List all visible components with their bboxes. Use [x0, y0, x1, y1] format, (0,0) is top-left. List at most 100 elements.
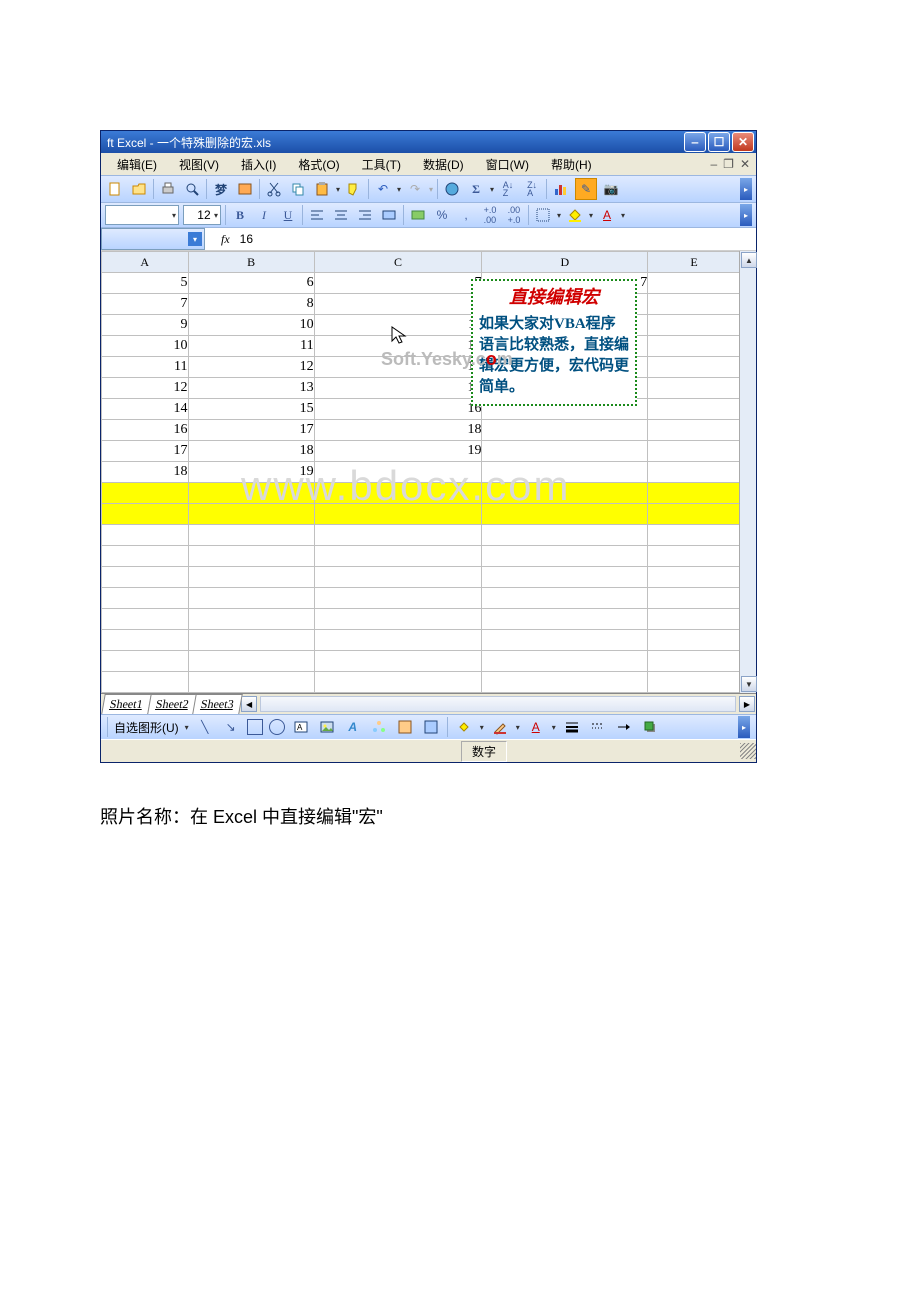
- merge-center-icon[interactable]: [379, 205, 399, 225]
- sort-asc-icon[interactable]: A↓Z: [498, 179, 518, 199]
- formula-bar[interactable]: 16: [236, 232, 756, 246]
- name-box[interactable]: ▾: [101, 228, 205, 250]
- autosum-icon[interactable]: Σ: [466, 179, 486, 199]
- paste-icon[interactable]: [312, 179, 332, 199]
- sheet-tab[interactable]: Sheet1: [101, 694, 151, 714]
- minimize-button[interactable]: ‒: [684, 132, 706, 152]
- align-right-icon[interactable]: [355, 205, 375, 225]
- zoom-icon[interactable]: 📷: [601, 179, 621, 199]
- wordart-icon[interactable]: A: [343, 717, 363, 737]
- arrow-style-icon[interactable]: [614, 717, 634, 737]
- italic-button[interactable]: I: [254, 205, 274, 225]
- borders-icon[interactable]: [533, 205, 553, 225]
- diagram-icon[interactable]: [369, 717, 389, 737]
- chart-icon[interactable]: [551, 179, 571, 199]
- increase-decimal-icon[interactable]: +.0.00: [480, 205, 500, 225]
- font-color-icon[interactable]: A: [597, 205, 617, 225]
- doc-restore-icon[interactable]: ❐: [723, 157, 734, 171]
- textbox-icon[interactable]: A: [291, 717, 311, 737]
- font-color-dropdown-icon[interactable]: ▾: [621, 211, 625, 220]
- col-header-D[interactable]: D: [482, 252, 648, 273]
- dash-style-icon[interactable]: [588, 717, 608, 737]
- underline-button[interactable]: U: [278, 205, 298, 225]
- print-icon[interactable]: [158, 179, 178, 199]
- font-size-select[interactable]: 12 ▾: [183, 205, 221, 225]
- shadow-icon[interactable]: [640, 717, 660, 737]
- redo-dropdown-icon[interactable]: ▾: [429, 185, 433, 194]
- toolbar-overflow-icon[interactable]: ▸: [740, 178, 752, 200]
- doc-close-icon[interactable]: ✕: [740, 157, 750, 171]
- line-color-icon[interactable]: [490, 717, 510, 737]
- hyperlink-icon[interactable]: [442, 179, 462, 199]
- rectangle-icon[interactable]: [247, 719, 263, 735]
- bold-button[interactable]: B: [230, 205, 250, 225]
- borders-dropdown-icon[interactable]: ▾: [557, 211, 561, 220]
- menu-help[interactable]: 帮助(H): [541, 154, 602, 175]
- paste-dropdown-icon[interactable]: ▾: [336, 185, 340, 194]
- font-color-draw-dd-icon[interactable]: ▾: [552, 723, 556, 732]
- open-icon[interactable]: [129, 179, 149, 199]
- col-header-C[interactable]: C: [314, 252, 482, 273]
- vertical-scrollbar[interactable]: ▲ ▼: [739, 251, 756, 693]
- font-name-select[interactable]: ▾: [105, 205, 179, 225]
- toolbar2-overflow-icon[interactable]: ▸: [740, 204, 752, 226]
- drawing-icon[interactable]: ✎: [575, 178, 597, 200]
- decrease-decimal-icon[interactable]: .00+.0: [504, 205, 524, 225]
- fx-label[interactable]: fx: [221, 232, 230, 247]
- fill-color-icon[interactable]: [565, 205, 585, 225]
- undo-dropdown-icon[interactable]: ▾: [397, 185, 401, 194]
- scrollbar-track[interactable]: [260, 696, 736, 712]
- research-icon[interactable]: [235, 179, 255, 199]
- col-header-A[interactable]: A: [102, 252, 189, 273]
- copy-icon[interactable]: [288, 179, 308, 199]
- menu-window[interactable]: 窗口(W): [476, 154, 539, 175]
- new-icon[interactable]: [105, 179, 125, 199]
- menu-tools[interactable]: 工具(T): [352, 154, 411, 175]
- autoshapes-menu[interactable]: 自选图形(U): [114, 719, 179, 736]
- menu-insert[interactable]: 插入(I): [231, 154, 286, 175]
- oval-icon[interactable]: [269, 719, 285, 735]
- undo-icon[interactable]: ↶: [373, 179, 393, 199]
- clipart-icon[interactable]: [395, 717, 415, 737]
- menu-data[interactable]: 数据(D): [413, 154, 474, 175]
- menu-edit[interactable]: 编辑(E): [107, 154, 167, 175]
- currency-icon[interactable]: [408, 205, 428, 225]
- comma-button[interactable]: ,: [456, 205, 476, 225]
- spreadsheet-grid[interactable]: A B C D E 5677 789 91011 101112 111213 1…: [101, 251, 741, 693]
- fill-dropdown-icon[interactable]: ▾: [589, 211, 593, 220]
- scroll-up-icon[interactable]: ▲: [741, 252, 757, 268]
- cut-icon[interactable]: [264, 179, 284, 199]
- autoshapes-dropdown-icon[interactable]: ▾: [185, 723, 189, 732]
- namebox-dropdown-icon[interactable]: ▾: [188, 232, 202, 246]
- menu-format[interactable]: 格式(O): [288, 154, 349, 175]
- format-painter-icon[interactable]: [344, 179, 364, 199]
- fill-draw-dd-icon[interactable]: ▾: [480, 723, 484, 732]
- col-header-E[interactable]: E: [648, 252, 741, 273]
- line-color-dd-icon[interactable]: ▾: [516, 723, 520, 732]
- sheet-tab[interactable]: Sheet2: [147, 694, 197, 714]
- autosum-dropdown-icon[interactable]: ▾: [490, 185, 494, 194]
- spell-icon[interactable]: 梦: [211, 179, 231, 199]
- doc-minimize-icon[interactable]: ‒: [710, 157, 717, 171]
- insert-image-icon[interactable]: [421, 717, 441, 737]
- align-left-icon[interactable]: [307, 205, 327, 225]
- scroll-down-icon[interactable]: ▼: [741, 676, 757, 692]
- maximize-button[interactable]: ☐: [708, 132, 730, 152]
- horizontal-scrollbar[interactable]: ◀ ▶: [240, 696, 756, 712]
- col-header-B[interactable]: B: [188, 252, 314, 273]
- close-button[interactable]: ✕: [732, 132, 754, 152]
- insert-picture-icon[interactable]: [317, 717, 337, 737]
- preview-icon[interactable]: [182, 179, 202, 199]
- drawtb-overflow-icon[interactable]: ▸: [738, 716, 750, 738]
- arrow-icon[interactable]: ↘: [221, 717, 241, 737]
- scroll-left-icon[interactable]: ◀: [241, 696, 257, 712]
- line-icon[interactable]: ╲: [195, 717, 215, 737]
- font-color-draw-icon[interactable]: A: [526, 717, 546, 737]
- title-bar[interactable]: ft Excel - 一个特殊删除的宏.xls ‒ ☐ ✕: [101, 131, 756, 153]
- percent-button[interactable]: %: [432, 205, 452, 225]
- sheet-tab[interactable]: Sheet3: [193, 694, 243, 714]
- resize-grip-icon[interactable]: [740, 743, 756, 759]
- line-weight-icon[interactable]: [562, 717, 582, 737]
- menu-view[interactable]: 视图(V): [169, 154, 229, 175]
- redo-icon[interactable]: ↷: [405, 179, 425, 199]
